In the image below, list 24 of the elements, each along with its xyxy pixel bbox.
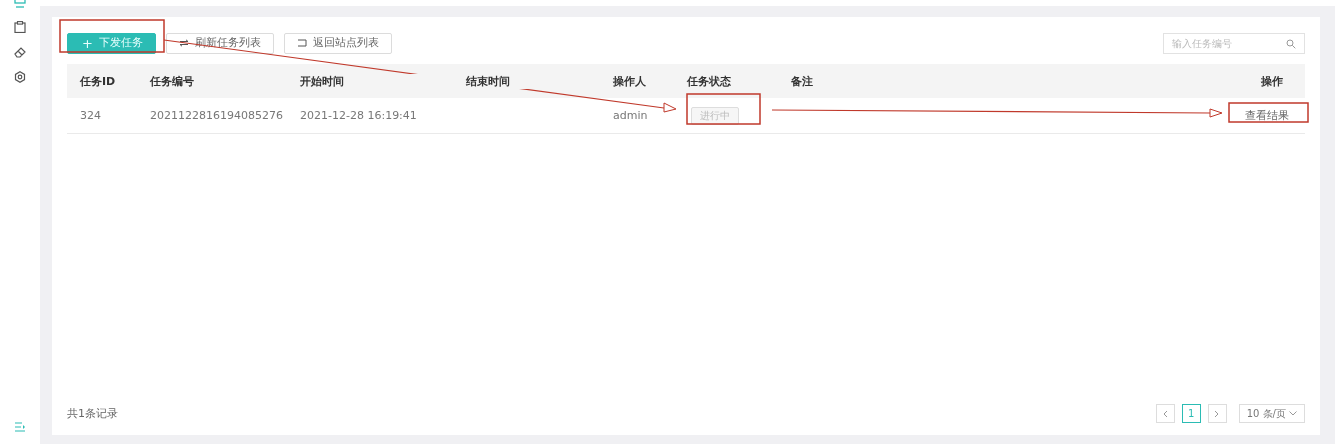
table-cell-text: 2021122816194085276 — [150, 109, 284, 122]
swap-icon — [178, 39, 189, 47]
return-icon — [296, 39, 307, 47]
chevron-right-icon — [1214, 409, 1221, 418]
next-page-button[interactable] — [1207, 404, 1227, 423]
search-icon — [1286, 38, 1296, 49]
clipboard-icon[interactable] — [14, 21, 26, 33]
chevron-left-icon — [1162, 409, 1169, 418]
chevron-down-icon — [1289, 411, 1297, 416]
toolbar-button[interactable]: 返回站点列表 — [283, 32, 392, 54]
search-field[interactable]: 输入任务编号 — [1163, 32, 1305, 54]
view-result-link[interactable]: 查看结果 — [1245, 109, 1289, 122]
toolbar-button[interactable]: 刷新任务列表 — [165, 32, 274, 54]
settings-icon[interactable] — [14, 71, 26, 83]
monitor-icon[interactable] — [14, 0, 26, 8]
previous-page-button[interactable] — [1155, 404, 1175, 423]
table-cell-text: 2021-12-28 16:19:41 — [300, 109, 418, 122]
eraser-icon[interactable] — [14, 46, 26, 58]
page-size-select[interactable]: 10 条/页 — [1238, 404, 1305, 423]
menu-expand-icon[interactable] — [14, 422, 26, 432]
table-cell-text: admin — [613, 109, 649, 122]
column-header: 开始时间 — [300, 73, 466, 89]
table-cell-text: 324 — [80, 109, 102, 122]
record-count: 共1条记录 — [67, 406, 118, 421]
